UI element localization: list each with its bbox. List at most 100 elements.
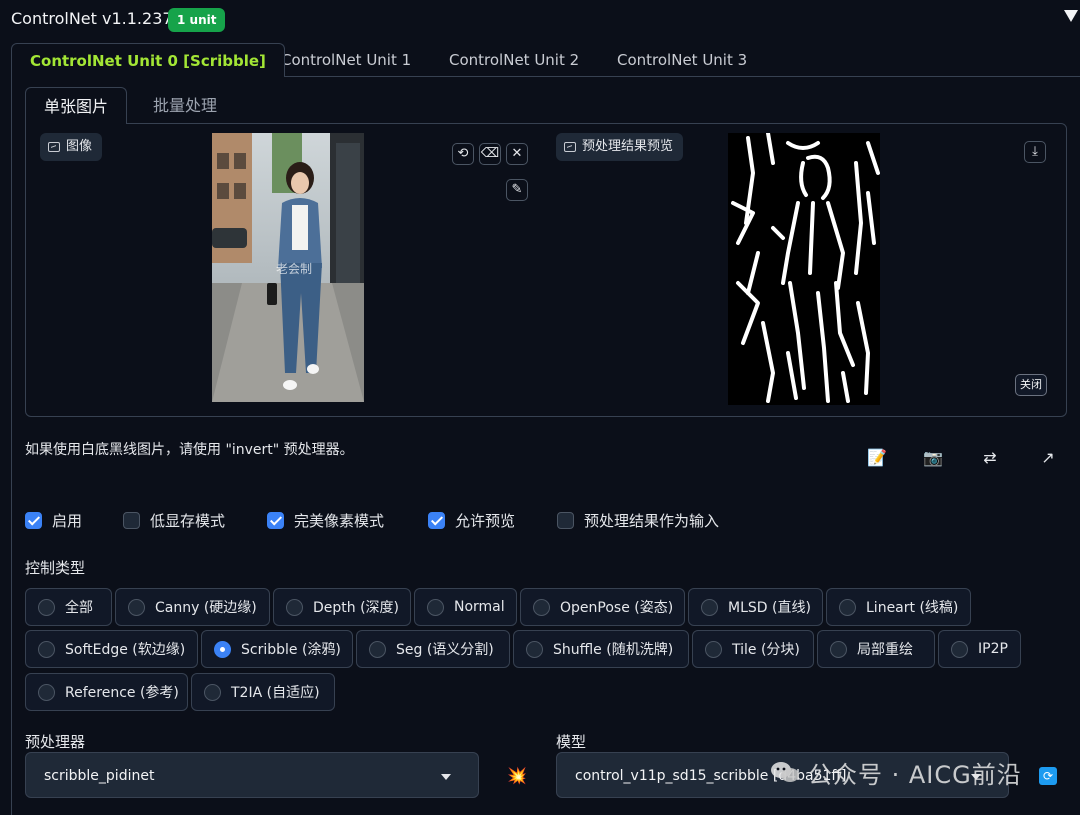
radio-label: Normal bbox=[454, 599, 505, 615]
tab-unit-1[interactable]: ControlNet Unit 1 bbox=[263, 43, 429, 77]
radio-button[interactable] bbox=[951, 640, 968, 658]
radio-button[interactable] bbox=[38, 640, 55, 658]
checkbox-box[interactable] bbox=[428, 511, 445, 529]
allow-preview-checkbox[interactable]: 允许预览 bbox=[428, 509, 515, 531]
radio-label: 全部 bbox=[65, 600, 93, 616]
preprocessor-as-input-checkbox[interactable]: 预处理结果作为输入 bbox=[557, 509, 719, 531]
checkbox-box[interactable] bbox=[123, 511, 140, 529]
unit-count-badge: 1 unit bbox=[168, 8, 226, 32]
image-icon bbox=[564, 142, 576, 152]
preprocessed-preview bbox=[728, 133, 880, 405]
wechat-logo-icon bbox=[770, 760, 800, 784]
low-vram-checkbox[interactable]: 低显存模式 bbox=[123, 509, 225, 531]
tab-unit-0[interactable]: ControlNet Unit 0 [Scribble] bbox=[11, 43, 285, 77]
radio-button[interactable] bbox=[839, 598, 856, 616]
control-type-label: 控制类型 bbox=[25, 559, 86, 577]
control-type-all[interactable]: 全部 bbox=[25, 588, 112, 626]
image-panel bbox=[25, 123, 1067, 417]
radio-label: Depth (深度) bbox=[313, 600, 400, 616]
radio-button[interactable] bbox=[38, 683, 55, 701]
control-type-t2ia[interactable]: T2IA (自适应) bbox=[191, 673, 335, 711]
checkbox-box[interactable] bbox=[25, 511, 42, 529]
control-type-inpaint[interactable]: 局部重绘 bbox=[817, 630, 935, 668]
radio-label: Canny (硬边缘) bbox=[155, 600, 257, 616]
radio-button[interactable] bbox=[214, 640, 231, 658]
radio-button[interactable] bbox=[705, 640, 722, 658]
radio-button[interactable] bbox=[369, 640, 386, 658]
control-type-openpose[interactable]: OpenPose (姿态) bbox=[520, 588, 685, 626]
radio-label: 局部重绘 bbox=[857, 642, 913, 658]
control-type-ip2p[interactable]: IP2P bbox=[938, 630, 1021, 668]
edit-note-icon[interactable]: 📝 bbox=[866, 447, 888, 469]
radio-button[interactable] bbox=[286, 598, 303, 616]
control-type-scribble[interactable]: Scribble (涂鸦) bbox=[201, 630, 353, 668]
control-type-seg[interactable]: Seg (语义分割) bbox=[356, 630, 510, 668]
radio-button[interactable] bbox=[128, 598, 145, 616]
control-type-reference[interactable]: Reference (参考) bbox=[25, 673, 188, 711]
run-preprocessor-icon[interactable]: 💥 bbox=[507, 766, 527, 785]
input-photo[interactable]: 老会制 bbox=[212, 133, 364, 402]
preprocessor-label: 预处理器 bbox=[25, 733, 86, 751]
chevron-down-icon bbox=[441, 774, 451, 780]
checkbox-label: 启用 bbox=[52, 511, 83, 530]
control-type-normal[interactable]: Normal bbox=[414, 588, 517, 626]
app-title: ControlNet v1.1.237 bbox=[11, 9, 173, 28]
swap-arrows-icon[interactable]: ⇄ bbox=[979, 447, 1001, 469]
radio-label: MLSD (直线) bbox=[728, 600, 811, 616]
image-label-text: 图像 bbox=[66, 139, 93, 154]
brush-icon[interactable]: ✎ bbox=[506, 179, 528, 201]
tab-unit-2[interactable]: ControlNet Unit 2 bbox=[431, 43, 597, 77]
collapse-triangle-icon[interactable] bbox=[1064, 10, 1078, 22]
checkbox-box[interactable] bbox=[267, 511, 284, 529]
download-icon[interactable]: ⤓ bbox=[1024, 141, 1046, 163]
radio-label: OpenPose (姿态) bbox=[560, 600, 674, 616]
radio-button[interactable] bbox=[533, 598, 550, 616]
eraser-icon[interactable]: ⌫ bbox=[479, 143, 501, 165]
radio-label: Tile (分块) bbox=[732, 642, 800, 658]
radio-button[interactable] bbox=[701, 598, 718, 616]
radio-button[interactable] bbox=[526, 640, 543, 658]
control-type-depth[interactable]: Depth (深度) bbox=[273, 588, 411, 626]
tab-single-image[interactable]: 单张图片 bbox=[25, 87, 128, 124]
control-type-shuffle[interactable]: Shuffle (随机洗牌) bbox=[513, 630, 689, 668]
photo-watermark-text: 老会制 bbox=[276, 262, 312, 276]
camera-icon[interactable]: 📷 bbox=[922, 447, 944, 469]
model-label: 模型 bbox=[556, 733, 587, 751]
model-value: control_v11p_sd15_scribble [d4ba51ff] bbox=[575, 768, 847, 784]
control-type-canny[interactable]: Canny (硬边缘) bbox=[115, 588, 270, 626]
radio-label: Reference (参考) bbox=[65, 685, 179, 701]
checkbox-box[interactable] bbox=[557, 511, 574, 529]
preprocessor-dropdown[interactable]: scribble_pidinet bbox=[25, 752, 479, 798]
pixel-perfect-checkbox[interactable]: 完美像素模式 bbox=[267, 509, 384, 531]
checkbox-label: 允许预览 bbox=[455, 511, 516, 530]
radio-label: Lineart (线稿) bbox=[866, 600, 959, 616]
watermark-text: 公众号 · AICG前沿 bbox=[808, 761, 1022, 789]
control-type-lineart[interactable]: Lineart (线稿) bbox=[826, 588, 971, 626]
checkbox-label: 预处理结果作为输入 bbox=[584, 511, 720, 530]
control-type-mlsd[interactable]: MLSD (直线) bbox=[688, 588, 823, 626]
rotate-icon[interactable]: ⟲ bbox=[452, 143, 474, 165]
preview-label: 预处理结果预览 bbox=[556, 133, 684, 161]
clear-close-icon[interactable]: ✕ bbox=[506, 143, 528, 165]
radio-button[interactable] bbox=[830, 640, 847, 658]
radio-button[interactable] bbox=[38, 598, 55, 616]
image-label: 图像 bbox=[40, 133, 103, 161]
refresh-models-icon[interactable]: ⟳ bbox=[1039, 767, 1057, 785]
preview-label-text: 预处理结果预览 bbox=[582, 139, 674, 154]
close-preview-button[interactable]: 关闭 bbox=[1015, 374, 1047, 396]
control-type-softedge[interactable]: SoftEdge (软边缘) bbox=[25, 630, 198, 668]
enable-checkbox[interactable]: 启用 bbox=[25, 509, 82, 531]
radio-label: Seg (语义分割) bbox=[396, 642, 494, 658]
tab-unit-3[interactable]: ControlNet Unit 3 bbox=[599, 43, 765, 77]
send-up-icon[interactable]: ↗ bbox=[1037, 447, 1059, 469]
image-icon bbox=[48, 142, 60, 152]
invert-hint-text: 如果使用白底黑线图片，请使用 "invert" 预处理器。 bbox=[25, 442, 354, 458]
tab-batch[interactable]: 批量处理 bbox=[135, 87, 235, 124]
radio-label: Shuffle (随机洗牌) bbox=[553, 642, 674, 658]
radio-button[interactable] bbox=[427, 598, 444, 616]
control-type-tile[interactable]: Tile (分块) bbox=[692, 630, 814, 668]
radio-button[interactable] bbox=[204, 683, 221, 701]
checkbox-label: 低显存模式 bbox=[150, 511, 226, 530]
checkbox-label: 完美像素模式 bbox=[294, 511, 385, 530]
radio-label: IP2P bbox=[978, 641, 1008, 657]
